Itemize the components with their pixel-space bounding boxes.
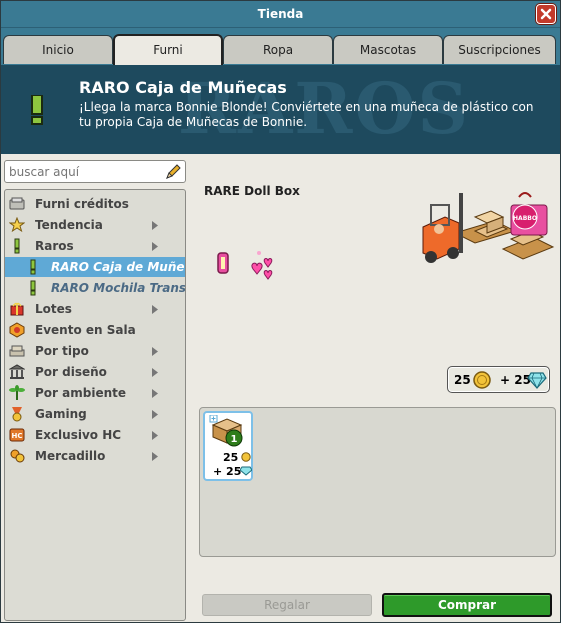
svg-text:HC: HC xyxy=(12,432,23,440)
close-button[interactable] xyxy=(536,4,556,24)
medal-icon xyxy=(12,407,22,422)
sidebar-item-label: Mercadillo xyxy=(35,449,106,463)
gift-box-icon xyxy=(10,302,24,316)
chevron-right-icon xyxy=(152,347,158,356)
exclamation-icon xyxy=(31,95,43,125)
title-bar[interactable]: Tienda xyxy=(1,1,560,28)
sidebar-item-por-ambiente[interactable]: Por ambiente xyxy=(5,383,185,403)
chevron-right-icon xyxy=(152,452,158,461)
sidebar-item-mercadillo[interactable]: Mercadillo xyxy=(5,446,185,466)
category-sidebar: Furni créditos Tendencia Raros RARO Caja… xyxy=(4,189,186,621)
offer-credits: 25 xyxy=(223,451,239,464)
sidebar-item-label: Por tipo xyxy=(35,344,89,358)
habbo-badge-text: HABBO xyxy=(513,215,537,222)
sidebar-item-tendencia[interactable]: Tendencia xyxy=(5,215,185,235)
plant-icon xyxy=(9,385,25,400)
product-title: RARE Doll Box xyxy=(204,184,300,198)
sidebar-item-raros[interactable]: Raros xyxy=(5,236,185,256)
furni-credits-icon xyxy=(9,197,25,210)
diamond-icon xyxy=(527,372,547,389)
price-display: 25 + 25 xyxy=(447,366,550,393)
sidebar-item-label: RARO Mochila Transpar xyxy=(51,281,186,295)
price-credits: 25 xyxy=(454,373,471,387)
pencil-icon[interactable] xyxy=(164,163,182,181)
tab-inicio[interactable]: Inicio xyxy=(3,35,113,64)
chevron-right-icon xyxy=(152,431,158,440)
chevron-right-icon xyxy=(152,410,158,419)
forklift-scene-image: HABBO xyxy=(422,192,555,263)
market-icon xyxy=(10,449,25,463)
offer-item[interactable]: 1 25 + 25 xyxy=(203,411,253,481)
sidebar-item-por-diseno[interactable]: Por diseño xyxy=(5,362,185,382)
event-icon xyxy=(9,322,25,338)
exclamation-icon xyxy=(30,280,36,296)
sidebar-item-label: Furni créditos xyxy=(35,197,129,211)
sidebar-item-label: Exclusivo HC xyxy=(35,428,122,442)
sidebar-item-por-tipo[interactable]: Por tipo xyxy=(5,341,185,361)
sidebar-item-label: Gaming xyxy=(35,407,87,421)
sidebar-item-label: Tendencia xyxy=(35,218,103,232)
sidebar-item-exclusivo-hc[interactable]: HC Exclusivo HC xyxy=(5,425,185,445)
banner-description: ¡Llega la marca Bonnie Blonde! Conviérte… xyxy=(79,100,534,129)
sofa-icon xyxy=(9,345,25,357)
tab-bar: Inicio Furni Ropa Mascotas Suscripciones xyxy=(1,28,560,65)
sidebar-item-label: Por ambiente xyxy=(35,386,126,400)
sidebar-item-label: Evento en Sala xyxy=(35,323,136,337)
chevron-right-icon xyxy=(152,305,158,314)
gift-button[interactable]: Regalar xyxy=(202,594,372,616)
sidebar-item-evento-sala[interactable]: Evento en Sala xyxy=(5,320,185,340)
category-banner: RAROS RARO Caja de Muñecas ¡Llega la mar… xyxy=(1,65,560,154)
count-badge-text: 1 xyxy=(231,434,238,445)
sidebar-item-furni-creditos[interactable]: Furni créditos xyxy=(5,194,185,214)
chevron-right-icon xyxy=(152,242,158,251)
tab-furni[interactable]: Furni xyxy=(113,34,223,65)
columns-icon xyxy=(9,364,25,379)
coin-icon xyxy=(241,452,251,462)
exclamation-icon xyxy=(30,259,36,275)
sidebar-item-raro-mochila[interactable]: RARO Mochila Transpar xyxy=(5,278,185,298)
search-input[interactable] xyxy=(9,164,159,180)
exclamation-icon xyxy=(14,238,20,254)
chevron-right-icon xyxy=(152,221,158,230)
hc-icon: HC xyxy=(9,428,25,442)
diamond-icon xyxy=(240,466,252,476)
offer-diamonds: + 25 xyxy=(213,465,242,478)
shop-window: Tienda Inicio Furni Ropa Mascotas Suscri… xyxy=(0,0,561,623)
banner-title: RARO Caja de Muñecas xyxy=(79,78,287,97)
doll-box-preview xyxy=(217,251,273,280)
search-box[interactable] xyxy=(4,160,186,183)
sidebar-item-label: Por diseño xyxy=(35,365,107,379)
sidebar-item-label: Raros xyxy=(35,239,74,253)
sidebar-item-gaming[interactable]: Gaming xyxy=(5,404,185,424)
count-badge-icon: 1 xyxy=(225,429,243,447)
tab-mascotas[interactable]: Mascotas xyxy=(333,35,443,64)
sidebar-item-label: Lotes xyxy=(35,302,72,316)
sidebar-item-label: RARO Caja de Muñecas xyxy=(51,260,185,274)
chevron-right-icon xyxy=(152,389,158,398)
coin-icon xyxy=(473,371,491,389)
tab-suscripciones[interactable]: Suscripciones xyxy=(443,35,556,64)
buy-button[interactable]: Comprar xyxy=(382,593,552,617)
offer-grid: 1 25 + 25 xyxy=(199,407,556,557)
window-title: Tienda xyxy=(257,7,304,21)
sidebar-item-lotes[interactable]: Lotes xyxy=(5,299,185,319)
sidebar-item-raro-caja-munecas[interactable]: RARO Caja de Muñecas xyxy=(5,257,185,277)
star-icon xyxy=(9,217,25,233)
tab-ropa[interactable]: Ropa xyxy=(223,35,333,64)
close-icon xyxy=(540,8,552,20)
chevron-right-icon xyxy=(152,368,158,377)
